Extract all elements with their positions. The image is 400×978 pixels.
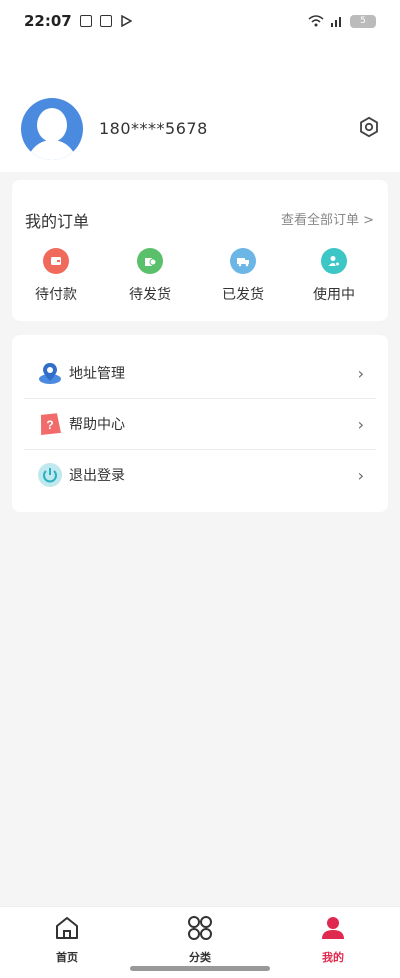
location-pin-icon <box>37 360 63 386</box>
power-icon <box>37 462 63 488</box>
wallet-icon <box>43 248 69 274</box>
profile-icon <box>322 917 344 939</box>
profile-header: 180****5678 <box>0 42 400 172</box>
home-icon <box>56 917 78 939</box>
grid-icon <box>188 916 212 940</box>
view-all-orders-link[interactable]: 查看全部订单 > <box>281 209 374 228</box>
tab-label: 我的 <box>322 951 344 964</box>
avatar[interactable] <box>21 98 83 160</box>
order-status-label: 使用中 <box>313 287 355 303</box>
user-check-icon <box>321 248 347 274</box>
help-icon: ? <box>37 411 63 437</box>
order-status-in-use[interactable]: 使用中 <box>298 248 370 304</box>
status-time: 22:07 <box>24 12 72 30</box>
svg-text:?: ? <box>46 418 53 432</box>
order-status-label: 待付款 <box>35 287 77 303</box>
order-status-label: 已发货 <box>222 287 264 303</box>
menu-card: 地址管理 › ? 帮助中心 › 退出登录 › <box>12 335 388 512</box>
signal-icon <box>331 17 341 27</box>
tab-label: 分类 <box>189 951 211 964</box>
order-status-pending-payment[interactable]: 待付款 <box>20 248 92 304</box>
orders-card: 我的订单 查看全部订单 > 待付款 待发货 已发货 使用中 <box>12 180 388 321</box>
chevron-right-icon: › <box>357 363 364 383</box>
play-icon <box>121 15 132 27</box>
menu-item-label: 退出登录 <box>69 468 125 484</box>
tab-label: 首页 <box>56 951 78 964</box>
order-status-pending-shipment[interactable]: 待发货 <box>114 248 186 304</box>
scan-icon <box>99 15 112 27</box>
orders-title: 我的订单 <box>25 212 90 231</box>
music-icon <box>79 15 92 27</box>
home-indicator <box>130 966 270 971</box>
order-status-label: 待发货 <box>129 287 171 303</box>
battery-indicator: 5 <box>350 14 376 28</box>
tab-category[interactable]: 分类 <box>170 915 230 965</box>
truck-icon <box>230 248 256 274</box>
tab-mine[interactable]: 我的 <box>303 915 363 965</box>
tab-home[interactable]: 首页 <box>37 915 97 965</box>
menu-item-label: 地址管理 <box>69 366 125 382</box>
chevron-right-icon: › <box>357 465 364 485</box>
menu-item-logout[interactable]: 退出登录 › <box>24 450 376 500</box>
avatar-body <box>27 140 77 160</box>
menu-item-help[interactable]: ? 帮助中心 › <box>24 399 376 449</box>
status-right: 5 <box>308 14 376 28</box>
package-icon <box>137 248 163 274</box>
avatar-head <box>37 108 67 142</box>
order-status-shipped[interactable]: 已发货 <box>207 248 279 304</box>
wifi-icon <box>308 15 324 27</box>
phone-number: 180****5678 <box>99 119 208 138</box>
status-bar: 22:07 5 <box>0 0 400 42</box>
status-left: 22:07 <box>24 12 132 30</box>
menu-item-address[interactable]: 地址管理 › <box>24 348 376 398</box>
menu-item-label: 帮助中心 <box>69 417 125 433</box>
settings-icon[interactable] <box>358 116 380 138</box>
chevron-right-icon: › <box>357 414 364 434</box>
